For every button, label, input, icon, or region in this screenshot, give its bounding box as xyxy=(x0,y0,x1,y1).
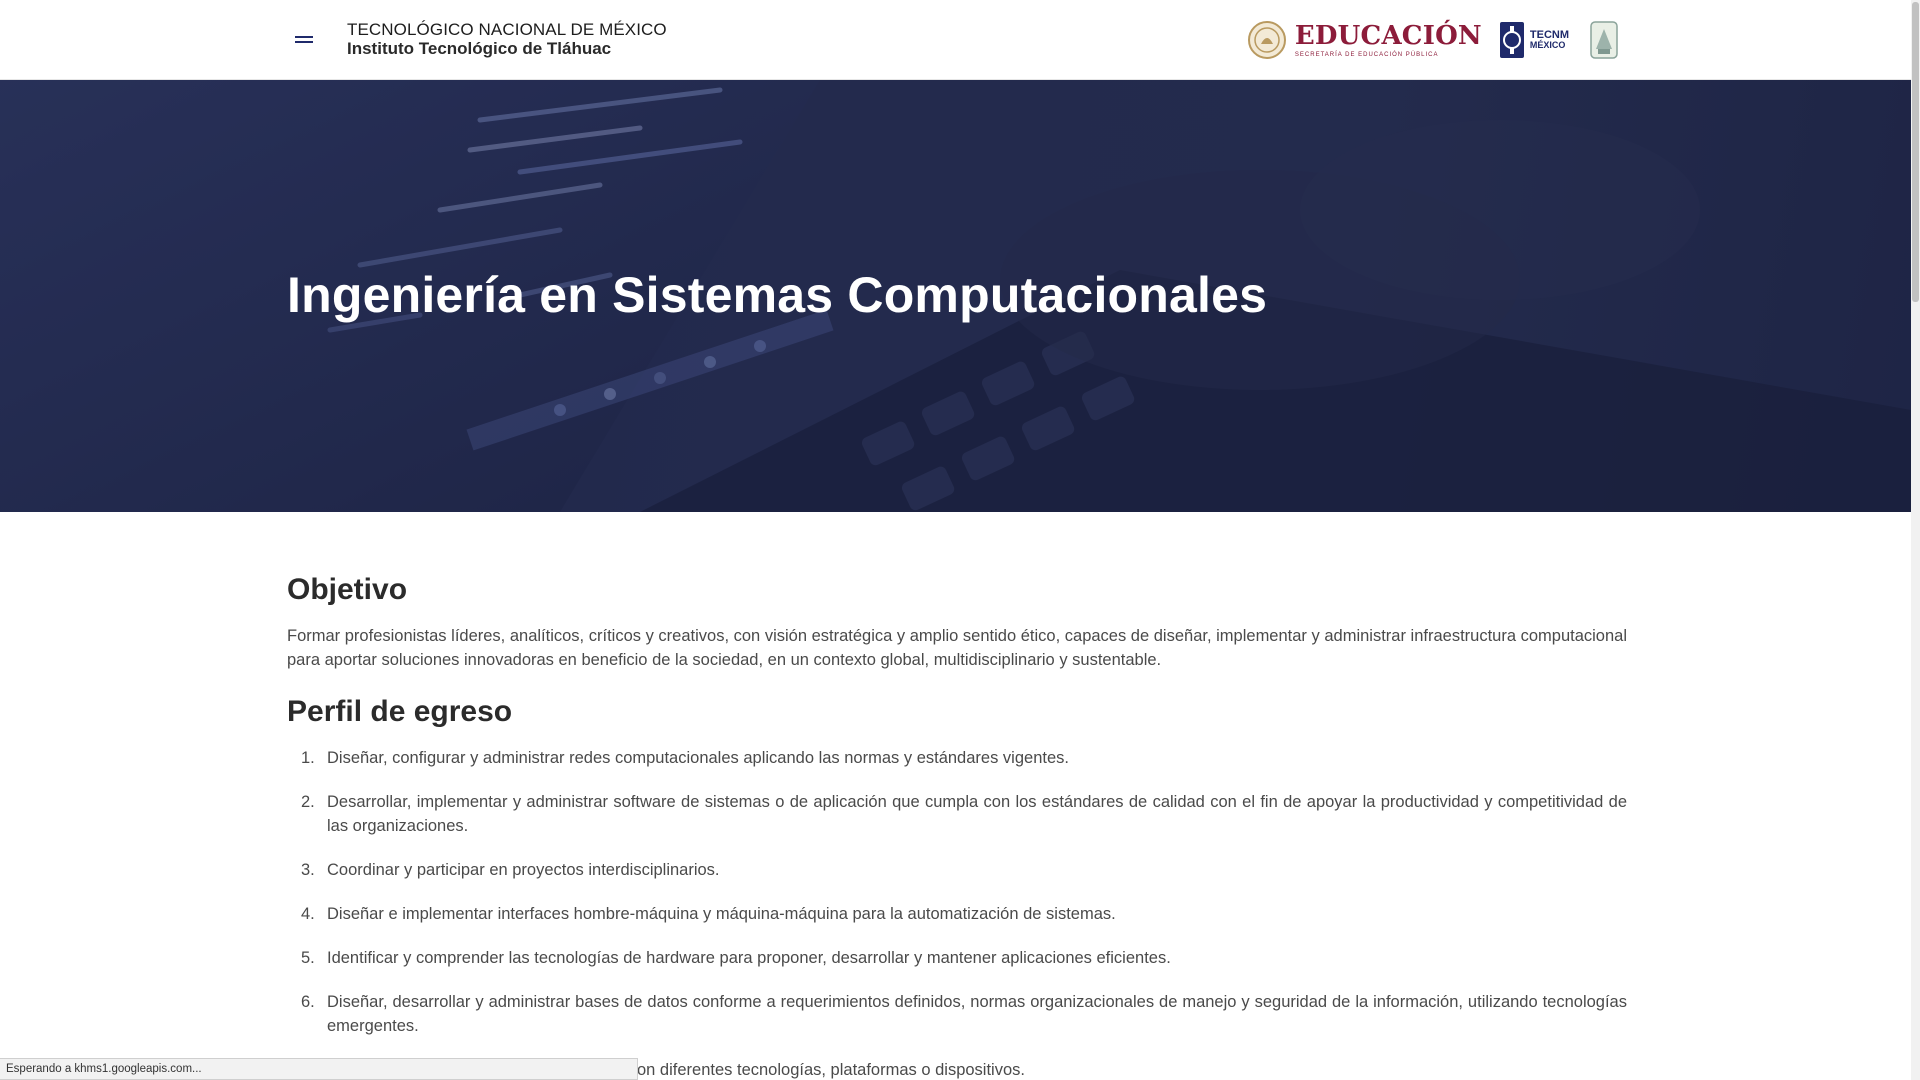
list-item-text: Diseñar e implementar interfaces hombre-… xyxy=(327,905,1116,923)
list-item-text: Desarrollar, implementar y administrar s… xyxy=(327,793,1627,835)
list-item: 4. Diseñar e implementar interfaces homb… xyxy=(287,902,1627,926)
list-item: 1. Diseñar, configurar y administrar red… xyxy=(287,746,1627,770)
campus-emblem-icon[interactable] xyxy=(1587,19,1621,61)
partner-logos: EDUCACIÓN SECRETARÍA DE EDUCACIÓN PÚBLIC… xyxy=(1247,16,1621,64)
tecnm-logo[interactable]: TECNM MÉXICO xyxy=(1498,20,1569,60)
page: TECNOLÓGICO NACIONAL DE MÉXICO Instituto… xyxy=(0,0,1920,1080)
list-item-text: Identificar y comprender las tecnologías… xyxy=(327,949,1171,967)
list-item-text: on diferentes tecnologías, plataformas o… xyxy=(637,1061,1025,1079)
objective-text: Formar profesionistas líderes, analítico… xyxy=(287,627,1627,669)
list-item-number: 3. xyxy=(301,861,315,879)
list-item: 2. Desarrollar, implementar y administra… xyxy=(287,790,1627,838)
list-item: 6. Diseñar, desarrollar y administrar ba… xyxy=(287,990,1627,1038)
hero-banner: Ingeniería en Sistemas Computacionales xyxy=(0,80,1911,512)
page-title: Ingeniería en Sistemas Computacionales xyxy=(287,267,1268,323)
tecnm-logo-subtext: MÉXICO xyxy=(1529,40,1566,50)
browser-status-bar: Esperando a khms1.googleapis.com... xyxy=(0,1058,638,1080)
list-item-number: 2. xyxy=(301,793,315,811)
hamburger-menu-button[interactable] xyxy=(288,28,320,52)
main-content: Objetivo Formar profesionistas líderes, … xyxy=(287,568,1627,1080)
objective-title: Objetivo xyxy=(287,573,408,606)
hamburger-icon xyxy=(295,36,313,43)
institution-brand[interactable]: TECNOLÓGICO NACIONAL DE MÉXICO Instituto… xyxy=(347,20,667,58)
list-item-number: 6. xyxy=(301,993,315,1011)
sep-logo[interactable]: EDUCACIÓN SECRETARÍA DE EDUCACIÓN PÚBLIC… xyxy=(1247,20,1482,60)
sep-logo-subtitle: SECRETARÍA DE EDUCACIÓN PÚBLICA xyxy=(1294,51,1439,58)
scrollbar-thumb[interactable] xyxy=(1912,2,1919,302)
mexico-coat-of-arms-icon xyxy=(1247,21,1286,59)
campus-name: Instituto Tecnológico de Tláhuac xyxy=(347,39,612,58)
tecnm-gear-icon xyxy=(1499,22,1524,58)
list-item-text: Coordinar y participar en proyectos inte… xyxy=(327,861,720,879)
list-item: 3. Coordinar y participar en proyectos i… xyxy=(287,858,1627,882)
list-item-text: Diseñar, desarrollar y administrar bases… xyxy=(327,993,1627,1035)
profile-title: Perfil de egreso xyxy=(287,695,513,728)
list-item-number: 5. xyxy=(301,949,315,967)
sep-logo-word: EDUCACIÓN xyxy=(1294,20,1482,51)
list-item: 5. Identificar y comprender las tecnolog… xyxy=(287,946,1627,970)
profile-list: 1. Diseñar, configurar y administrar red… xyxy=(287,746,1627,1080)
list-item-number: 1. xyxy=(301,749,315,767)
list-item-text: Diseñar, configurar y administrar redes … xyxy=(327,749,1069,767)
list-item-number: 4. xyxy=(301,905,315,923)
site-header: TECNOLÓGICO NACIONAL DE MÉXICO Instituto… xyxy=(0,0,1911,80)
institution-name: TECNOLÓGICO NACIONAL DE MÉXICO xyxy=(347,20,667,39)
